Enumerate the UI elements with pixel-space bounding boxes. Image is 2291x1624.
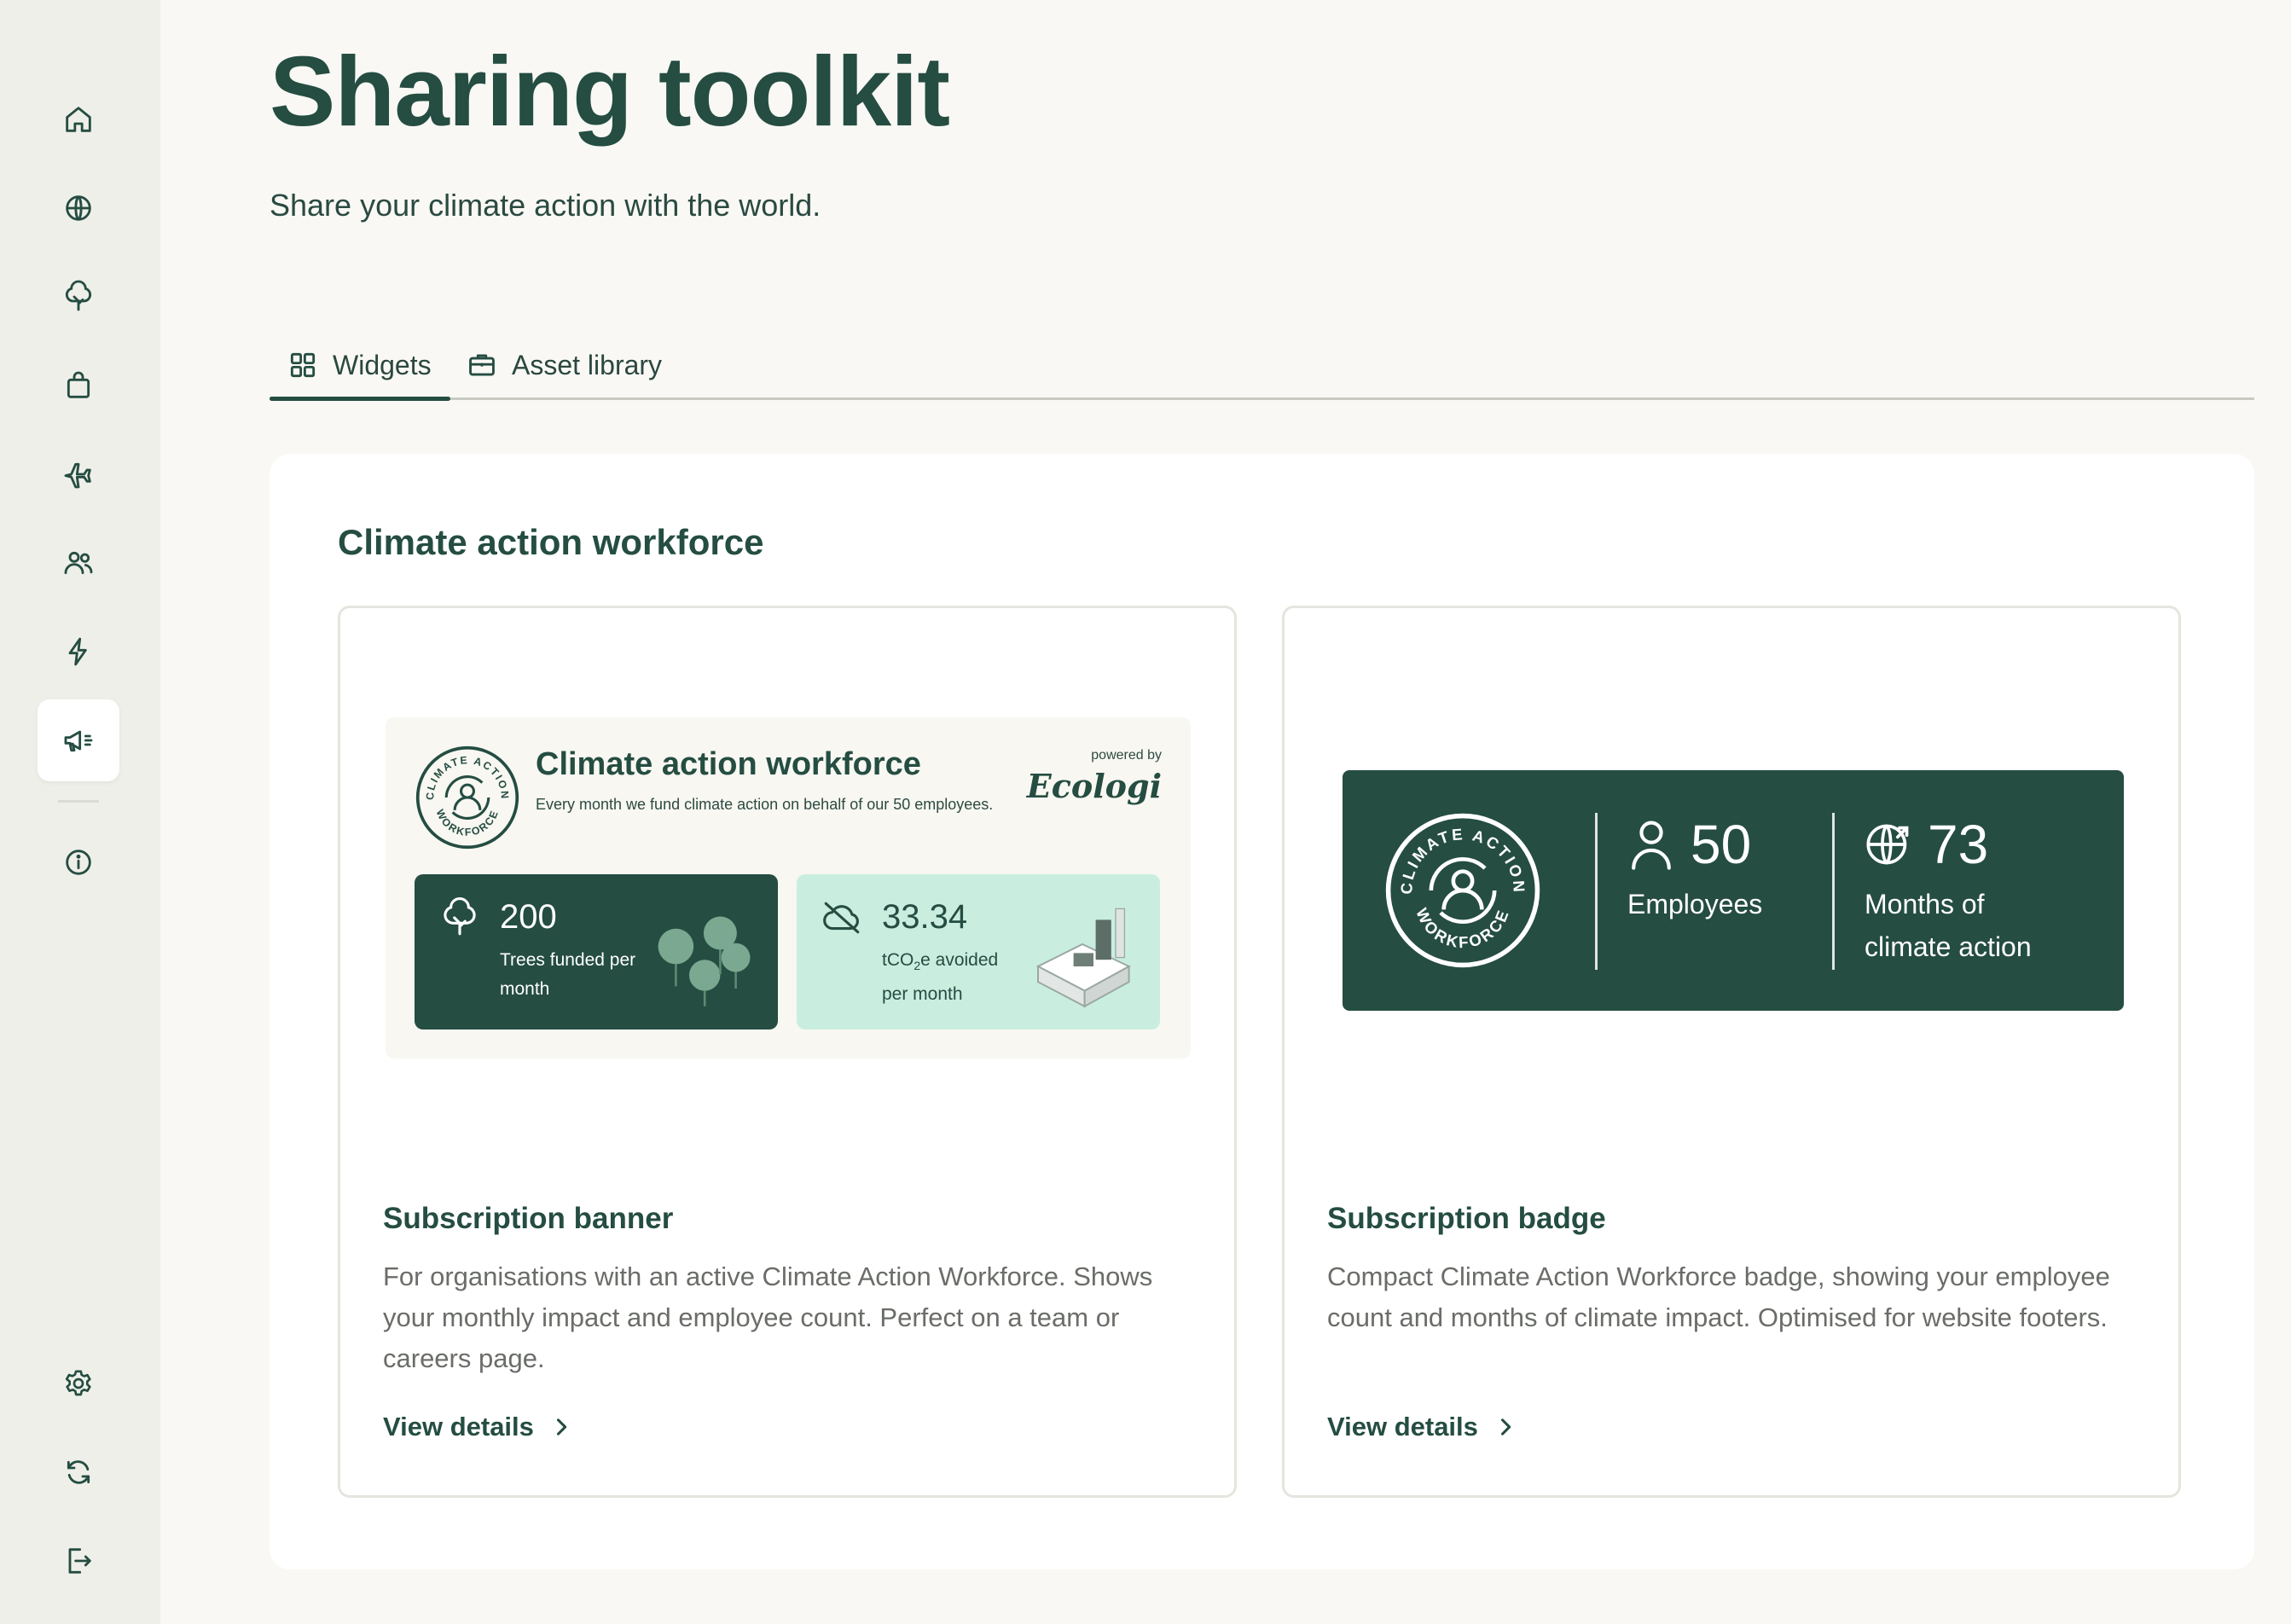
climate-action-workforce-badge-icon: CLIMATE ACTION WORKFORCE (415, 745, 519, 850)
banner-heading: Climate action workforce (536, 746, 921, 782)
sidebar (0, 0, 160, 1624)
sidebar-item-sharing[interactable] (38, 699, 119, 781)
card-description: Compact Climate Action Workforce badge, … (1327, 1262, 2110, 1332)
tab-widgets-label: Widgets (333, 349, 432, 380)
tree-icon (444, 897, 476, 936)
lightning-icon (68, 637, 87, 666)
factory-illustration-icon (1035, 908, 1131, 1008)
chevron-right-icon (556, 1418, 567, 1436)
user-icon (1632, 821, 1671, 870)
page-subtitle: Share your climate action with the world… (270, 188, 821, 223)
sidebar-item-home[interactable] (38, 78, 119, 160)
badge-divider (1595, 813, 1598, 970)
info-icon (66, 850, 91, 875)
employees-stat: 50 Employees (1627, 813, 1762, 925)
view-details-link[interactable]: View details (1327, 1412, 1517, 1442)
sidebar-item-settings[interactable] (38, 1343, 119, 1424)
shopping-bag-icon (67, 371, 90, 398)
svg-text:WORKFORCE: WORKFORCE (1412, 905, 1512, 951)
sidebar-item-trees[interactable] (38, 256, 119, 338)
page-title: Sharing toolkit (270, 36, 950, 147)
sidebar-item-shop[interactable] (38, 345, 119, 426)
carbon-stat: 33.34 tCO2e avoided per month (797, 874, 1160, 1030)
carbon-value: 33.34 (882, 898, 968, 936)
tab-asset-library-label: Asset library (512, 349, 663, 380)
banner-preview: CLIMATE ACTION WORKFORCE Climate action … (386, 717, 1191, 1058)
sidebar-divider (58, 800, 99, 803)
plane-icon (64, 462, 91, 489)
sidebar-item-travel[interactable] (38, 433, 119, 515)
badge-preview: CLIMATE ACTION WORKFORCE 50 Employees 73 (1343, 770, 2124, 1011)
tree-icon (65, 280, 92, 311)
sidebar-item-info[interactable] (38, 821, 119, 903)
powered-by-label: powered by (1091, 748, 1162, 763)
employees-label: Employees (1627, 889, 1763, 919)
sidebar-item-logout[interactable] (38, 1520, 119, 1602)
powered-by: powered by Ecologi (1027, 748, 1162, 805)
tab-widgets[interactable]: Widgets (270, 333, 450, 401)
sidebar-item-globe[interactable] (38, 167, 119, 249)
widget-card-banner: CLIMATE ACTION WORKFORCE Climate action … (338, 606, 1237, 1498)
trees-value: 200 (500, 898, 557, 936)
sidebar-item-energy[interactable] (38, 611, 119, 693)
climate-action-workforce-badge-icon: CLIMATE ACTION WORKFORCE (1385, 813, 1540, 968)
widget-card-badge: CLIMATE ACTION WORKFORCE 50 Employees 73 (1282, 606, 2181, 1498)
banner-subheading: Every month we fund climate action on be… (536, 796, 994, 813)
view-details-label: View details (1327, 1412, 1478, 1441)
users-icon (64, 551, 93, 575)
view-details-label: View details (383, 1412, 534, 1441)
widgets-panel: Climate action workforce CLIMATE ACTION … (270, 454, 2254, 1569)
ecologi-logo: Ecologi (1026, 767, 1162, 805)
view-details-link[interactable]: View details (383, 1412, 573, 1442)
tab-bar: Widgets Asset library (270, 333, 2254, 401)
megaphone-icon (64, 730, 93, 752)
trees-label: Trees funded per month (500, 950, 636, 999)
grid-icon (290, 352, 316, 378)
badge-divider (1832, 813, 1835, 970)
trees-illustration-icon (658, 916, 751, 1006)
globe-arrow-icon (1866, 824, 1909, 865)
months-value: 73 (1928, 814, 1989, 875)
briefcase-icon (469, 354, 495, 376)
months-stat: 73 Months of climate action (1865, 813, 2032, 968)
home-icon (66, 107, 91, 132)
logout-icon (68, 1548, 91, 1574)
gear-icon (65, 1370, 91, 1396)
sidebar-item-switch[interactable] (38, 1431, 119, 1513)
card-title: Subscription banner (383, 1202, 674, 1235)
employees-value: 50 (1691, 814, 1752, 875)
chevron-right-icon (1500, 1418, 1511, 1436)
refresh-icon (67, 1460, 90, 1484)
tab-asset-library[interactable]: Asset library (466, 333, 662, 397)
carbon-label: tCO2e avoided per month (882, 950, 999, 1005)
section-title: Climate action workforce (338, 522, 764, 562)
cloud-off-icon (823, 902, 860, 934)
months-label: Months of climate action (1865, 889, 2032, 962)
globe-icon (66, 195, 91, 221)
svg-text:WORKFORCE: WORKFORCE (433, 808, 501, 838)
sidebar-item-team[interactable] (38, 522, 119, 604)
card-description: For organisations with an active Climate… (383, 1262, 1153, 1373)
card-title: Subscription badge (1327, 1202, 1606, 1235)
trees-stat: 200 Trees funded per month (415, 874, 778, 1030)
